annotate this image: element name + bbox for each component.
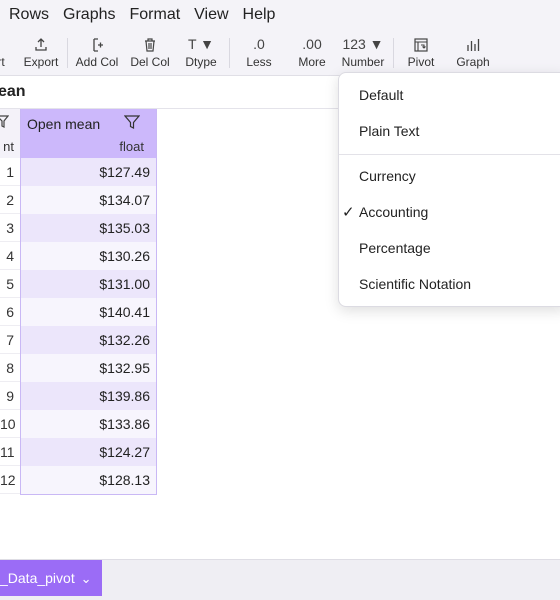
trash-icon	[128, 33, 172, 55]
export-icon	[19, 33, 63, 55]
truncated-toolbar-button[interactable]: rt	[0, 33, 8, 73]
index-cell[interactable]: 9	[0, 382, 20, 410]
graph-icon	[455, 33, 491, 55]
index-header-label: nt	[0, 136, 20, 158]
sheet-tab-label: _Data_pivot	[0, 570, 75, 586]
pivot-icon	[404, 33, 438, 55]
menu-item-currency[interactable]: Currency	[359, 168, 416, 184]
index-cell[interactable]: 10	[0, 410, 20, 438]
table-cell[interactable]: $127.49	[21, 158, 156, 186]
table-cell[interactable]: $140.41	[21, 298, 156, 326]
add-column-icon	[74, 33, 120, 55]
more-decimals-button[interactable]: .00 More	[295, 33, 329, 73]
column-dtype-row: float	[21, 136, 156, 158]
number-format-menu: Default Plain Text Currency ✓ Accounting…	[338, 72, 560, 307]
menu-item-default[interactable]: Default	[359, 87, 403, 103]
index-cell[interactable]: 3	[0, 214, 20, 242]
index-cell[interactable]: 11	[0, 438, 20, 466]
index-header-filter[interactable]	[0, 109, 20, 136]
menu-view[interactable]: View	[194, 6, 228, 24]
index-cell[interactable]: 2	[0, 186, 20, 214]
table-cell[interactable]: $132.95	[21, 354, 156, 382]
number-format-button[interactable]: 123 ▼ Number	[340, 33, 386, 73]
export-button[interactable]: Export	[19, 33, 63, 73]
delete-column-button[interactable]: Del Col	[128, 33, 172, 73]
toolbar-divider	[229, 38, 230, 68]
column-header-name: Open mean	[27, 116, 101, 132]
less-decimals-button[interactable]: .0 Less	[243, 33, 275, 73]
menu-bar: Rows Graphs Format View Help	[0, 0, 560, 30]
table-cell[interactable]: $128.13	[21, 466, 156, 494]
decrease-decimal-icon: .0	[253, 36, 265, 52]
menu-graphs[interactable]: Graphs	[63, 6, 115, 24]
filter-icon[interactable]	[0, 115, 9, 129]
table-cell[interactable]: $134.07	[21, 186, 156, 214]
table-cell[interactable]: $132.26	[21, 326, 156, 354]
toolbar: rt Export Add Col Del Col T ▼ Dtype .0 L…	[0, 30, 560, 76]
menu-help[interactable]: Help	[243, 6, 276, 24]
dtype-icon: T ▼	[187, 36, 215, 52]
index-cell[interactable]: 8	[0, 354, 20, 382]
chevron-down-icon: ⌄	[80, 571, 92, 586]
index-cell[interactable]: 4	[0, 242, 20, 270]
sheet-tab-bar: _Data_pivot ⌄	[0, 559, 560, 600]
filter-icon[interactable]	[124, 114, 140, 130]
dtype-button[interactable]: T ▼ Dtype	[184, 33, 218, 73]
add-column-button[interactable]: Add Col	[74, 33, 120, 73]
number-format-icon: 123 ▼	[342, 36, 384, 52]
open-mean-column: Open mean float $127.49 $134.07 $135.03 $13…	[20, 109, 157, 495]
menu-divider	[339, 154, 560, 155]
menu-item-percentage[interactable]: Percentage	[359, 240, 431, 256]
table-cell[interactable]: $131.00	[21, 270, 156, 298]
index-column: nt 1 2 3 4 5 6 7 8 9 10 11 12	[0, 109, 20, 494]
column-dtype-label: float	[119, 139, 144, 154]
sheet-tab-active[interactable]: _Data_pivot ⌄	[0, 560, 102, 596]
toolbar-divider	[67, 38, 68, 68]
menu-item-scientific-notation[interactable]: Scientific Notation	[359, 276, 471, 292]
index-cell[interactable]: 6	[0, 298, 20, 326]
table-cell[interactable]: $133.86	[21, 410, 156, 438]
graph-button[interactable]: Graph	[455, 33, 491, 73]
value-rows: $127.49 $134.07 $135.03 $130.26 $131.00 $140.…	[21, 158, 156, 494]
index-cell[interactable]: 1	[0, 158, 20, 186]
index-cell[interactable]: 7	[0, 326, 20, 354]
table-cell[interactable]: $130.26	[21, 242, 156, 270]
increase-decimal-icon: .00	[302, 36, 322, 52]
menu-item-plain-text[interactable]: Plain Text	[359, 123, 419, 139]
index-cell[interactable]: 12	[0, 466, 20, 494]
table-cell[interactable]: $124.27	[21, 438, 156, 466]
index-rows: 1 2 3 4 5 6 7 8 9 10 11 12	[0, 158, 20, 494]
checkmark-icon: ✓	[342, 204, 355, 221]
index-cell[interactable]: 5	[0, 270, 20, 298]
sheet-title: ean	[0, 83, 26, 100]
table-cell[interactable]: $135.03	[21, 214, 156, 242]
menu-format[interactable]: Format	[129, 6, 180, 24]
menu-rows[interactable]: Rows	[9, 6, 49, 24]
table-cell[interactable]: $139.86	[21, 382, 156, 410]
column-header[interactable]: Open mean	[21, 109, 156, 136]
menu-item-accounting[interactable]: Accounting	[359, 204, 428, 220]
pivot-button[interactable]: Pivot	[404, 33, 438, 73]
toolbar-divider	[393, 38, 394, 68]
